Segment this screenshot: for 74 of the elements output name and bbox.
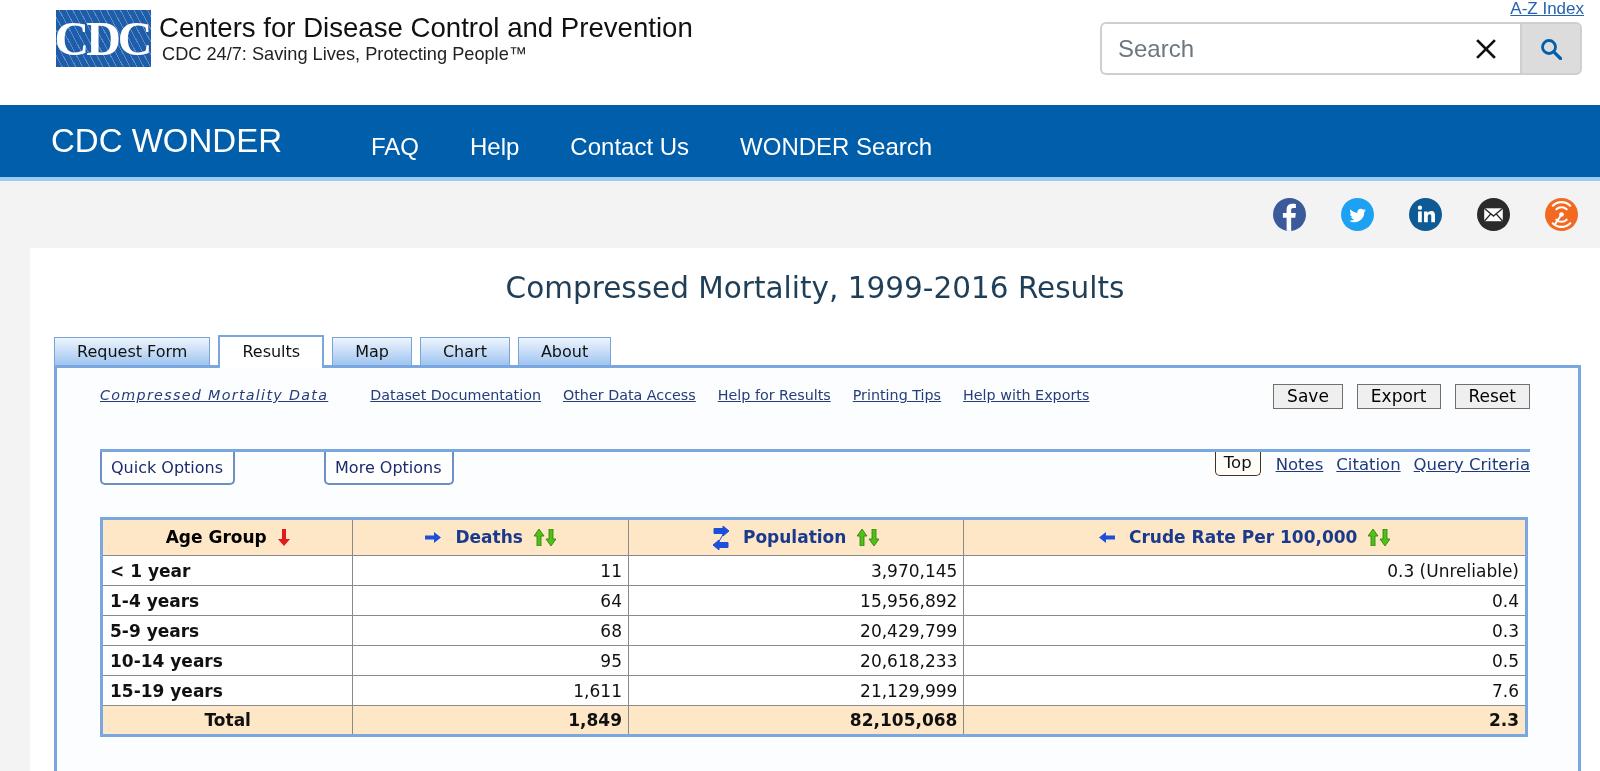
table-cell: 0.3 <box>963 615 1527 646</box>
facebook-icon[interactable] <box>1273 198 1306 231</box>
toolbar-button[interactable]: Save <box>1273 383 1343 409</box>
resource-link[interactable]: Printing Tips <box>852 385 942 407</box>
column-label: Population <box>742 525 847 549</box>
linkedin-icon[interactable] <box>1409 198 1442 231</box>
clear-icon[interactable] <box>1476 39 1496 59</box>
total-cell: Total <box>101 705 353 736</box>
resource-link[interactable]: Compressed Mortality Data <box>100 385 329 407</box>
tab[interactable]: Request Form <box>54 337 211 365</box>
table-cell: 0.3 (Unreliable) <box>963 555 1527 586</box>
section-link[interactable]: Top <box>1214 452 1261 476</box>
total-cell: 2.3 <box>963 705 1527 736</box>
table-cell: 0.5 <box>963 645 1527 676</box>
cdc-logo[interactable]: CDC <box>56 10 151 67</box>
tab[interactable]: About <box>517 337 612 365</box>
table-cell: 21,129,999 <box>628 675 964 706</box>
nav-link[interactable]: Contact Us <box>570 129 690 165</box>
sort-arrows-icon[interactable] <box>533 529 556 546</box>
twitter-bird-icon[interactable] <box>1341 198 1374 231</box>
table-cell: 1-4 years <box>101 585 353 616</box>
section-link[interactable]: Notes <box>1275 454 1324 476</box>
left-arrow-icon[interactable] <box>1099 532 1115 543</box>
table-cell: 20,429,799 <box>628 615 964 646</box>
swap-arrows-icon[interactable] <box>712 525 729 550</box>
table-cell: 15,956,892 <box>628 585 964 616</box>
tab[interactable]: Chart <box>419 337 510 365</box>
nav-link[interactable]: FAQ <box>371 129 419 165</box>
table-cell: 1,611 <box>352 675 629 706</box>
table-cell: 11 <box>352 555 629 586</box>
search-button[interactable] <box>1520 22 1582 75</box>
resource-link[interactable]: Dataset Documentation <box>370 385 541 407</box>
search-field[interactable]: Search <box>1100 22 1520 75</box>
table-cell: 20,618,233 <box>628 645 964 676</box>
column-label: Crude Rate Per 100,000 <box>1129 525 1358 549</box>
table-cell: 68 <box>352 615 629 646</box>
tab[interactable]: Map <box>332 337 412 365</box>
index-link[interactable]: A-Z Index <box>1510 0 1584 18</box>
table-cell: < 1 year <box>101 555 353 586</box>
nav-link[interactable]: Help <box>470 129 520 165</box>
column-label: Age Group <box>165 525 267 549</box>
envelope-icon[interactable] <box>1477 198 1510 231</box>
sort-arrows-icon[interactable] <box>1368 529 1391 546</box>
site-title[interactable]: CDC WONDER <box>51 116 282 166</box>
sort-down-icon[interactable] <box>277 529 290 546</box>
section-link[interactable]: Citation <box>1336 454 1401 476</box>
right-arrow-icon[interactable] <box>425 532 442 543</box>
resource-link[interactable]: Help with Exports <box>963 385 1090 407</box>
table-cell: 3,970,145 <box>628 555 964 586</box>
resource-link[interactable]: Other Data Access <box>563 385 696 407</box>
tab[interactable]: Results <box>218 335 325 368</box>
nav-link[interactable]: WONDER Search <box>740 129 933 165</box>
table-cell: 15-19 years <box>101 675 353 706</box>
options-tab[interactable]: Quick Options <box>100 452 236 485</box>
table-cell: 10-14 years <box>101 645 353 676</box>
column-label: Deaths <box>455 525 523 549</box>
section-link[interactable]: Query Criteria <box>1413 454 1530 476</box>
options-tab[interactable]: More Options <box>324 452 454 485</box>
page-title: Compressed Mortality, 1999-2016 Results <box>504 270 1126 306</box>
org-name: Centers for Disease Control and Prevention <box>159 13 693 43</box>
table-cell: 64 <box>352 585 629 616</box>
toolbar-button[interactable]: Export <box>1356 383 1441 409</box>
table-cell: 5-9 years <box>101 615 353 646</box>
table-cell: 7.6 <box>963 675 1527 706</box>
table-cell: 0.4 <box>963 585 1527 616</box>
sort-arrows-icon[interactable] <box>857 529 880 546</box>
search-icon <box>1540 37 1562 60</box>
resource-link[interactable]: Help for Results <box>717 385 831 407</box>
broadcast-icon[interactable] <box>1545 198 1578 231</box>
toolbar-button[interactable]: Reset <box>1454 383 1530 409</box>
total-cell: 1,849 <box>352 705 629 736</box>
table-cell: 95 <box>352 645 629 676</box>
tagline: CDC 24/7: Saving Lives, Protecting People™ <box>162 44 528 64</box>
total-cell: 82,105,068 <box>628 705 964 736</box>
